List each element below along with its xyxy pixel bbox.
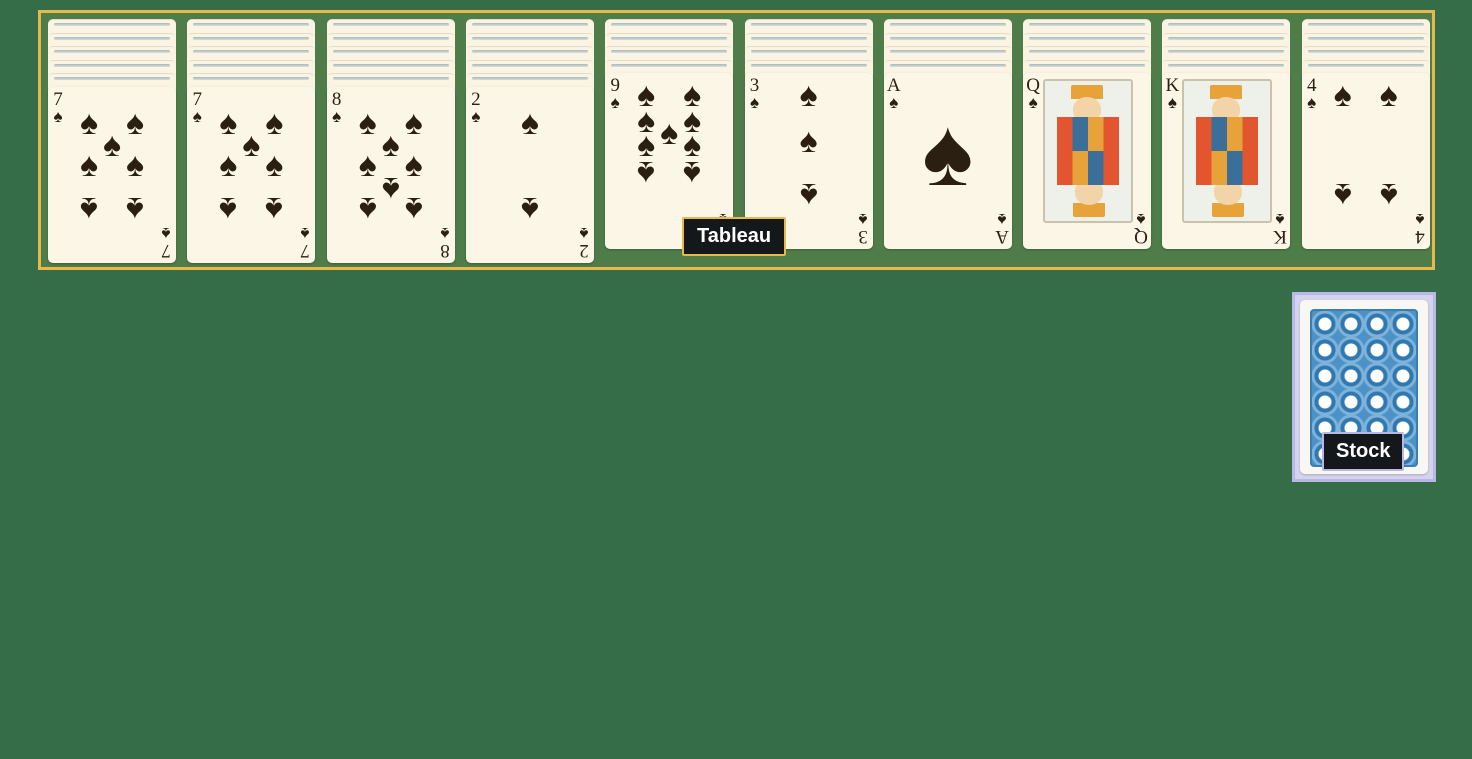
card-index-br: K ♠ xyxy=(1272,210,1288,247)
spade-icon: ♠ xyxy=(440,223,450,243)
spade-icon: ♠ xyxy=(610,93,620,112)
card-index-br: 7 ♠ xyxy=(158,223,174,261)
spade-icon: ♠ xyxy=(265,189,284,227)
spade-icon: ♠ xyxy=(749,93,760,112)
spade-icon: ♠ xyxy=(799,77,818,114)
spade-icon: ♠ xyxy=(1379,77,1398,114)
card-4-of-spades[interactable]: 4 ♠ 4 ♠ ♠ ♠ ♠ ♠ xyxy=(1301,73,1430,249)
tableau-column-2[interactable]: 7 ♠ 7 ♠ ♠ ♠ ♠ ♠ ♠ ♠ ♠ xyxy=(187,19,316,265)
spade-icon: ♠ xyxy=(53,106,63,126)
spade-icon: ♠ xyxy=(1379,176,1398,213)
spade-icon: ♠ xyxy=(520,104,539,142)
spade-icon: ♠ xyxy=(471,106,481,126)
card-Q-of-spades[interactable]: Q ♠ Q ♠ xyxy=(1023,73,1152,249)
spade-icon: ♠ xyxy=(1333,77,1352,114)
tableau-column-10[interactable]: 4 ♠ 4 ♠ ♠ ♠ ♠ ♠ xyxy=(1301,19,1430,265)
card-7-of-spades[interactable]: 7 ♠ 7 ♠ ♠ ♠ ♠ ♠ ♠ ♠ ♠ xyxy=(187,86,316,263)
card-index-tl: 9 ♠ xyxy=(607,76,623,112)
spade-icon: ♠ xyxy=(265,146,284,184)
card-index-br: 8 ♠ xyxy=(437,223,453,261)
spade-icon: ♠ xyxy=(161,223,171,243)
card-index-tl: 8 ♠ xyxy=(329,90,345,126)
card-rank: 3 xyxy=(857,226,868,247)
card-rank: 4 xyxy=(1414,226,1425,247)
card-index-br: 7 ♠ xyxy=(297,223,313,261)
tableau-column-7[interactable]: A ♠ A ♠ ♠ xyxy=(883,19,1012,265)
spade-icon: ♠ xyxy=(219,189,238,227)
spade-icon: ♠ xyxy=(1167,93,1177,112)
card-index-br: A ♠ xyxy=(994,210,1010,247)
card-index-br: 3 ♠ xyxy=(855,210,871,247)
tableau-column-3[interactable]: 8 ♠ 8 ♠ ♠ ♠ ♠ ♠ ♠ ♠ ♠ ♠ xyxy=(326,19,455,265)
card-A-of-spades[interactable]: A ♠ A ♠ ♠ xyxy=(883,73,1012,249)
tableau-column-4[interactable]: 2 ♠ 2 ♠ ♠ ♠ xyxy=(465,19,594,265)
tableau-column-1[interactable]: 7 ♠ 7 ♠ ♠ ♠ ♠ ♠ ♠ ♠ ♠ xyxy=(48,19,176,265)
spade-icon: ♠ xyxy=(192,106,202,126)
spade-icon: ♠ xyxy=(79,146,99,184)
card-index-tl: K ♠ xyxy=(1164,76,1180,112)
spade-icon: ♠ xyxy=(332,106,342,126)
card-rank: K xyxy=(1273,226,1288,247)
spade-icon: ♠ xyxy=(219,146,238,184)
spade-icon: ♠ xyxy=(997,210,1007,229)
card-rank: Q xyxy=(1134,226,1148,247)
spade-icon: ♠ xyxy=(79,189,99,227)
card-index-tl: 4 ♠ xyxy=(1304,76,1320,112)
card-index-br: 4 ♠ xyxy=(1412,210,1428,247)
queen-figure-icon xyxy=(1043,79,1134,223)
spade-icon: ♠ xyxy=(1028,93,1038,112)
card-index-br: 2 ♠ xyxy=(576,223,592,261)
spade-icon: ♠ xyxy=(358,189,377,227)
spade-icon: ♠ xyxy=(1333,176,1352,213)
king-figure-icon xyxy=(1182,79,1273,223)
spade-icon: ♠ xyxy=(1275,210,1285,229)
spade-icon: ♠ xyxy=(799,176,818,213)
card-index-tl: Q ♠ xyxy=(1025,76,1041,112)
card-index-tl: 2 ♠ xyxy=(468,90,484,126)
card-index-tl: 7 ♠ xyxy=(189,90,205,126)
tableau-label: Tableau xyxy=(682,217,787,256)
card-index-br: Q ♠ xyxy=(1133,210,1149,247)
spade-icon: ♠ xyxy=(300,223,310,243)
spade-icon: ♠ xyxy=(799,123,818,160)
card-2-of-spades[interactable]: 2 ♠ 2 ♠ ♠ ♠ xyxy=(465,86,594,263)
spade-icon: ♠ xyxy=(125,146,145,184)
card-index-tl: 7 ♠ xyxy=(50,90,66,126)
ace-spade-icon: ♠ xyxy=(922,99,974,206)
spade-icon: ♠ xyxy=(1415,210,1425,229)
spade-icon: ♠ xyxy=(125,189,145,227)
spade-icon: ♠ xyxy=(579,223,589,243)
spade-icon: ♠ xyxy=(637,154,656,191)
spade-icon: ♠ xyxy=(404,189,423,227)
card-K-of-spades[interactable]: K ♠ K ♠ xyxy=(1162,73,1291,249)
spade-icon: ♠ xyxy=(857,210,868,229)
card-rank: A xyxy=(994,226,1009,247)
tableau-column-8[interactable]: Q ♠ Q ♠ xyxy=(1023,19,1152,265)
tableau-column-9[interactable]: K ♠ K ♠ xyxy=(1162,19,1291,265)
spade-icon: ♠ xyxy=(520,189,539,227)
spade-icon: ♠ xyxy=(1136,210,1146,229)
card-7-of-spades[interactable]: 7 ♠ 7 ♠ ♠ ♠ ♠ ♠ ♠ ♠ ♠ xyxy=(48,86,176,263)
stock-area: Stock xyxy=(1292,292,1436,482)
card-8-of-spades[interactable]: 8 ♠ 8 ♠ ♠ ♠ ♠ ♠ ♠ ♠ ♠ ♠ xyxy=(326,86,455,263)
card-index-tl: 3 ♠ xyxy=(747,76,763,112)
spade-icon: ♠ xyxy=(1307,93,1317,112)
spade-icon: ♠ xyxy=(683,154,702,191)
stock-label: Stock xyxy=(1322,432,1405,471)
